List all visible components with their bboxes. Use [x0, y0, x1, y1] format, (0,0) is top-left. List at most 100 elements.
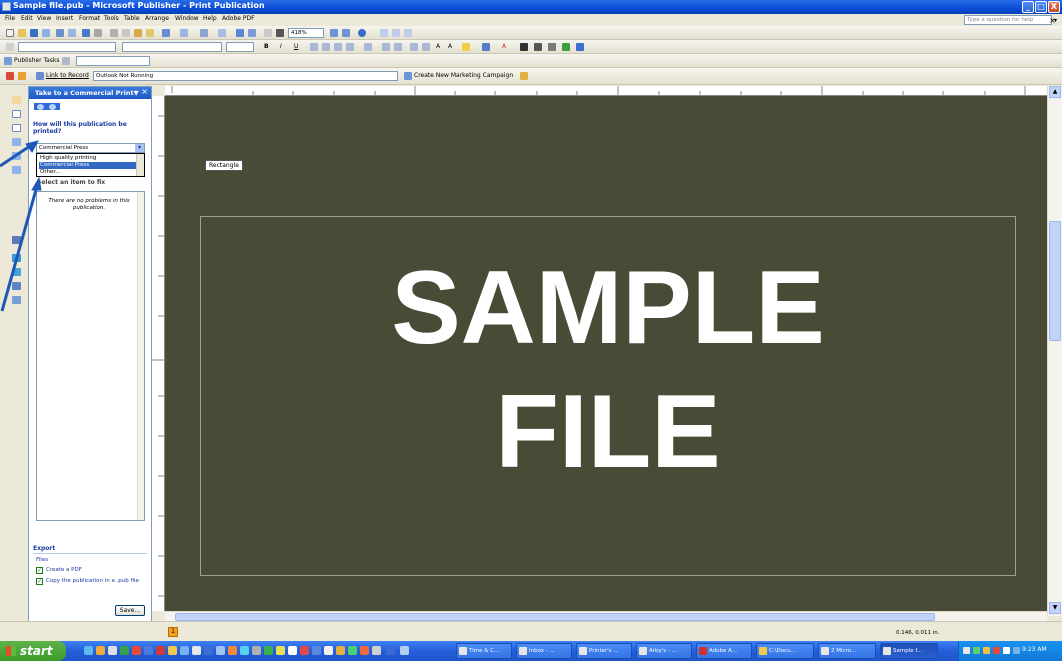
task-pane-close-icon[interactable]: × — [141, 87, 148, 96]
3d-icon[interactable] — [576, 43, 584, 51]
quicklaunch-icon-15[interactable] — [252, 646, 261, 655]
permission-icon[interactable] — [42, 29, 50, 37]
horizontal-ruler[interactable] — [165, 86, 1047, 96]
zoom-in-icon[interactable] — [342, 29, 350, 37]
decrease-indent-icon[interactable] — [410, 43, 418, 51]
format-painter-icon[interactable] — [146, 29, 154, 37]
line-color-icon[interactable] — [482, 43, 490, 51]
line-style-icon[interactable] — [520, 43, 528, 51]
zoom-out-icon[interactable] — [330, 29, 338, 37]
tray-icon-3[interactable] — [983, 647, 990, 654]
quicklaunch-icon-27[interactable] — [400, 646, 409, 655]
save-icon[interactable] — [30, 29, 38, 37]
quicklaunch-icon-21[interactable] — [324, 646, 333, 655]
problems-list-scrollbar[interactable] — [137, 192, 144, 520]
mail-merge-combo[interactable] — [76, 56, 150, 66]
arrow-icon[interactable] — [392, 29, 400, 37]
copy-pub-row[interactable]: ✓ Copy the publication in a .pub file — [36, 578, 146, 594]
bullets-icon[interactable] — [394, 43, 402, 51]
italic-button[interactable]: I — [280, 42, 282, 52]
quicklaunch-icon-6[interactable] — [144, 646, 153, 655]
start-button[interactable]: start — [0, 641, 66, 661]
redo-icon[interactable] — [180, 29, 188, 37]
open-icon[interactable] — [18, 29, 26, 37]
fill-color-icon[interactable] — [462, 43, 470, 51]
sample-text-line-1[interactable]: SAMPLE — [200, 256, 1016, 360]
quicklaunch-icon-5[interactable] — [132, 646, 141, 655]
vertical-scroll-thumb[interactable] — [1049, 221, 1061, 341]
tray-network-icon[interactable] — [963, 647, 970, 654]
dash-style-icon[interactable] — [404, 29, 412, 37]
tray-icon-6[interactable] — [1013, 647, 1020, 654]
publication-canvas[interactable]: Rectangle SAMPLE FILE — [165, 96, 1047, 611]
task-adobe[interactable]: Adobe A... — [696, 643, 752, 659]
save-button[interactable]: Save... — [115, 605, 145, 616]
task-inbox[interactable]: Inbox - ... — [516, 643, 572, 659]
underline-button[interactable]: U — [294, 42, 298, 52]
quicklaunch-icon-22[interactable] — [336, 646, 345, 655]
menu-format[interactable]: Format — [79, 15, 100, 22]
ask-question-input[interactable]: Type a question for help — [964, 15, 1052, 25]
dash-icon[interactable] — [534, 43, 542, 51]
create-campaign-button[interactable]: Create New Marketing Campaign — [414, 71, 513, 81]
tray-volume-icon[interactable] — [1003, 647, 1010, 654]
quicklaunch-icon-25[interactable] — [372, 646, 381, 655]
send-back-icon[interactable] — [218, 29, 226, 37]
task-sample-file[interactable]: Sample f... — [880, 643, 938, 659]
vertical-ruler[interactable] — [152, 96, 165, 611]
quicklaunch-icon-26[interactable] — [386, 646, 395, 655]
align-left-icon[interactable] — [310, 43, 318, 51]
quicklaunch-icon-17[interactable] — [276, 646, 285, 655]
align-right-icon[interactable] — [334, 43, 342, 51]
font-color-button[interactable]: A — [502, 42, 506, 52]
arrow-style-icon[interactable] — [548, 43, 556, 51]
quicklaunch-ie-icon[interactable] — [84, 646, 93, 655]
vertical-scrollbar[interactable]: ▲ ▼ — [1047, 86, 1062, 616]
tray-icon-4[interactable] — [993, 647, 1000, 654]
maximize-button[interactable]: □ — [1035, 1, 1047, 13]
spelling-icon[interactable] — [82, 29, 90, 37]
font-size-combo[interactable] — [226, 42, 254, 52]
bring-front-icon[interactable] — [200, 29, 208, 37]
quicklaunch-icon-9[interactable] — [180, 646, 189, 655]
styles-icon[interactable] — [6, 43, 14, 51]
horizontal-scrollbar[interactable] — [165, 611, 1047, 621]
increase-font-button[interactable]: A — [448, 42, 452, 52]
quicklaunch-icon-4[interactable] — [120, 646, 129, 655]
outlook-status-field[interactable]: Outlook Not Running — [93, 71, 398, 81]
create-pdf-row[interactable]: ✓ Create a PDF — [36, 567, 146, 575]
menu-help[interactable]: Help — [203, 15, 217, 22]
style-combo[interactable] — [18, 42, 116, 52]
menu-tools[interactable]: Tools — [104, 15, 119, 22]
horizontal-scroll-thumb[interactable] — [175, 613, 935, 621]
quicklaunch-icon-20[interactable] — [312, 646, 321, 655]
bold-button[interactable]: B — [264, 42, 269, 52]
quicklaunch-icon-10[interactable] — [192, 646, 201, 655]
menu-file[interactable]: File — [5, 15, 15, 22]
menu-insert[interactable]: Insert — [56, 15, 73, 22]
minimize-button[interactable]: _ — [1022, 1, 1034, 13]
increase-indent-icon[interactable] — [422, 43, 430, 51]
contact-icon[interactable] — [6, 72, 14, 80]
zoom-combo[interactable]: 418% — [288, 28, 324, 38]
task-documents[interactable]: C:\Docu... — [756, 643, 814, 659]
print-icon[interactable] — [56, 29, 64, 37]
quicklaunch-icon-7[interactable] — [156, 646, 165, 655]
campaign-options-icon[interactable] — [520, 72, 528, 80]
tasks-icon[interactable] — [4, 57, 12, 65]
quicklaunch-icon-18[interactable] — [288, 646, 297, 655]
history-icon[interactable] — [18, 72, 26, 80]
close-button[interactable]: X — [1048, 1, 1060, 13]
tray-icon-2[interactable] — [973, 647, 980, 654]
menu-arrange[interactable]: Arrange — [145, 15, 169, 22]
decrease-font-button[interactable]: A — [436, 42, 440, 52]
scroll-up-icon[interactable]: ▲ — [1049, 86, 1061, 98]
copy-icon[interactable] — [122, 29, 130, 37]
task-time[interactable]: Time & C... — [456, 643, 512, 659]
quicklaunch-icon-12[interactable] — [216, 646, 225, 655]
quicklaunch-icon-24[interactable] — [360, 646, 369, 655]
quicklaunch-icon-2[interactable] — [96, 646, 105, 655]
page-navigator[interactable]: 1 — [168, 627, 178, 637]
scroll-down-icon[interactable]: ▼ — [1049, 602, 1061, 614]
task-printers[interactable]: Printer's ... — [576, 643, 632, 659]
